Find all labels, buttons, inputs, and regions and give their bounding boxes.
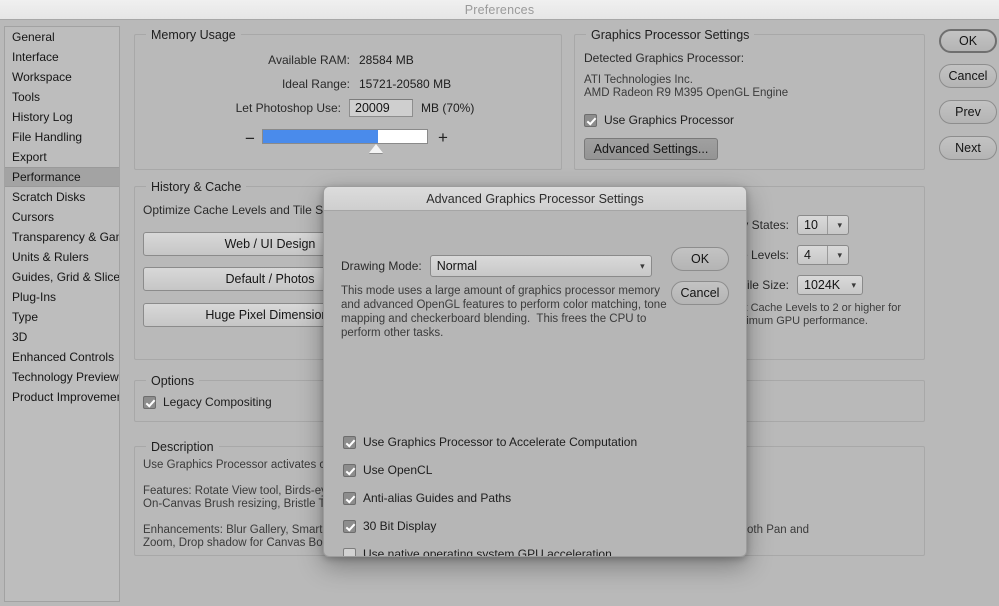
accelerate-computation-label: Use Graphics Processor to Accelerate Com… [363, 435, 638, 449]
sidebar-item-technology-previews[interactable]: Technology Previews [5, 367, 119, 387]
sidebar-item-cursors[interactable]: Cursors [5, 207, 119, 227]
use-graphics-processor-label: Use Graphics Processor [604, 113, 735, 127]
modal-cancel-button[interactable]: Cancel [671, 281, 729, 305]
gpu-vendor-text: ATI Technologies Inc. [584, 74, 693, 86]
window-titlebar: Preferences [0, 0, 999, 20]
anti-alias-guides-paths-checkbox-row[interactable]: Anti-alias Guides and Paths [343, 491, 511, 505]
accelerate-computation-checkbox-row[interactable]: Use Graphics Processor to Accelerate Com… [343, 435, 637, 449]
anti-alias-guides-paths-checkbox[interactable] [343, 491, 356, 505]
available-ram-value: 28584 MB [359, 53, 414, 67]
sidebar-item-general[interactable]: General [5, 27, 119, 47]
legacy-compositing-label: Legacy Compositing [163, 395, 272, 409]
sidebar-item-file-handling[interactable]: File Handling [5, 127, 119, 147]
sidebar-item-history-log[interactable]: History Log [5, 107, 119, 127]
let-photoshop-use-input[interactable]: 20009 [349, 99, 413, 117]
detected-gpu-label: Detected Graphics Processor: [584, 51, 745, 65]
native-os-gpu-acceleration-label: Use native operating system GPU accelera… [363, 547, 612, 557]
native-os-gpu-acceleration-checkbox-row[interactable]: Use native operating system GPU accelera… [343, 547, 612, 557]
drawing-mode-value: Normal [436, 259, 477, 273]
use-graphics-processor-checkbox[interactable] [584, 113, 597, 127]
modal-ok-button[interactable]: OK [671, 247, 729, 271]
cache-tile-size-select[interactable]: 1024K ▾ [797, 275, 863, 295]
gpu-renderer-text: AMD Radeon R9 M395 OpenGL Engine [584, 87, 789, 99]
chevron-down-icon: ▾ [837, 249, 842, 260]
30-bit-display-label: 30 Bit Display [363, 519, 437, 533]
sidebar-item-scratch-disks[interactable]: Scratch Disks [5, 187, 119, 207]
memory-decrement-icon[interactable]: − [245, 130, 255, 147]
memory-usage-slider[interactable] [262, 129, 428, 144]
advanced-graphics-processor-settings-dialog: Advanced Graphics Processor Settings Dra… [323, 186, 747, 557]
cancel-button[interactable]: Cancel [939, 64, 997, 88]
cache-tile-size-value: 1024K [804, 278, 841, 292]
memory-unit-percent-label: MB (70%) [421, 101, 475, 115]
cache-levels-divider [827, 246, 828, 264]
history-states-value: 10 [804, 218, 818, 232]
advanced-settings-button[interactable]: Advanced Settings... [584, 138, 718, 160]
preferences-window: Preferences General Interface Workspace … [0, 0, 999, 606]
sidebar-item-units-rulers[interactable]: Units & Rulers [5, 247, 119, 267]
anti-alias-guides-paths-label: Anti-alias Guides and Paths [363, 491, 512, 505]
cache-levels-value: 4 [804, 248, 811, 262]
memory-increment-icon[interactable]: + [438, 129, 448, 146]
memory-usage-group: Memory Usage Available RAM: 28584 MB Ide… [134, 28, 562, 170]
native-os-gpu-acceleration-checkbox[interactable] [343, 547, 356, 556]
sidebar-item-tools[interactable]: Tools [5, 87, 119, 107]
sidebar-item-plug-ins[interactable]: Plug-Ins [5, 287, 119, 307]
cache-levels-note-line2: optimum GPU performance. [731, 315, 868, 327]
let-photoshop-use-label: Let Photoshop Use: [235, 101, 341, 115]
sidebar-item-workspace[interactable]: Workspace [5, 67, 119, 87]
next-button[interactable]: Next [939, 136, 997, 160]
cache-levels-select[interactable]: 4 ▾ [797, 245, 849, 265]
prev-button[interactable]: Prev [939, 100, 997, 124]
memory-usage-legend: Memory Usage [146, 28, 241, 42]
sidebar-item-export[interactable]: Export [5, 147, 119, 167]
drawing-mode-select[interactable]: Normal ▾ [429, 255, 652, 277]
description-legend: Description [146, 440, 219, 454]
legacy-compositing-checkbox[interactable] [143, 395, 156, 409]
modal-body: Drawing Mode: Normal ▾ This mode uses a … [324, 211, 746, 557]
options-legend: Options [146, 374, 200, 388]
use-opencl-checkbox[interactable] [343, 463, 356, 477]
drawing-mode-label: Drawing Mode: [341, 259, 422, 273]
preferences-category-list[interactable]: General Interface Workspace Tools Histor… [4, 26, 120, 602]
legacy-compositing-checkbox-row[interactable]: Legacy Compositing [143, 395, 272, 409]
graphics-processor-group: Graphics Processor Settings Detected Gra… [574, 28, 925, 170]
cache-levels-note-line1: Set Cache Levels to 2 or higher for [731, 302, 901, 314]
sidebar-item-performance[interactable]: Performance [5, 167, 119, 187]
ideal-range-value: 15721-20580 MB [359, 77, 452, 91]
sidebar-item-product-improvement[interactable]: Product Improvement [5, 387, 119, 407]
use-opencl-label: Use OpenCL [363, 463, 433, 477]
ideal-range-label: Ideal Range: [281, 77, 350, 91]
history-cache-legend: History & Cache [146, 180, 247, 194]
window-title: Preferences [464, 2, 535, 17]
sidebar-item-interface[interactable]: Interface [5, 47, 119, 67]
sidebar-item-3d[interactable]: 3D [5, 327, 119, 347]
memory-usage-slider-fill [263, 130, 378, 143]
history-states-select[interactable]: 10 ▾ [797, 215, 849, 235]
30-bit-display-checkbox-row[interactable]: 30 Bit Display [343, 519, 436, 533]
sidebar-item-enhanced-controls[interactable]: Enhanced Controls [5, 347, 119, 367]
use-opencl-checkbox-row[interactable]: Use OpenCL [343, 463, 432, 477]
ok-button[interactable]: OK [939, 29, 997, 53]
30-bit-display-checkbox[interactable] [343, 519, 356, 533]
chevron-down-icon: ▾ [640, 260, 645, 271]
modal-titlebar: Advanced Graphics Processor Settings [324, 187, 746, 211]
graphics-processor-legend: Graphics Processor Settings [586, 28, 755, 42]
sidebar-item-type[interactable]: Type [5, 307, 119, 327]
sidebar-item-transparency-gamut[interactable]: Transparency & Gamut [5, 227, 119, 247]
available-ram-label: Available RAM: [268, 53, 350, 67]
chevron-down-icon: ▾ [837, 219, 842, 230]
chevron-down-icon: ▾ [851, 279, 856, 290]
memory-usage-slider-thumb[interactable] [369, 144, 383, 153]
drawing-mode-description: This mode uses a large amount of graphic… [341, 285, 667, 339]
sidebar-item-guides-grid-slices[interactable]: Guides, Grid & Slices [5, 267, 119, 287]
history-states-divider [827, 216, 828, 234]
use-graphics-processor-checkbox-row[interactable]: Use Graphics Processor [584, 113, 734, 127]
modal-title-text: Advanced Graphics Processor Settings [426, 191, 644, 206]
accelerate-computation-checkbox[interactable] [343, 435, 356, 449]
